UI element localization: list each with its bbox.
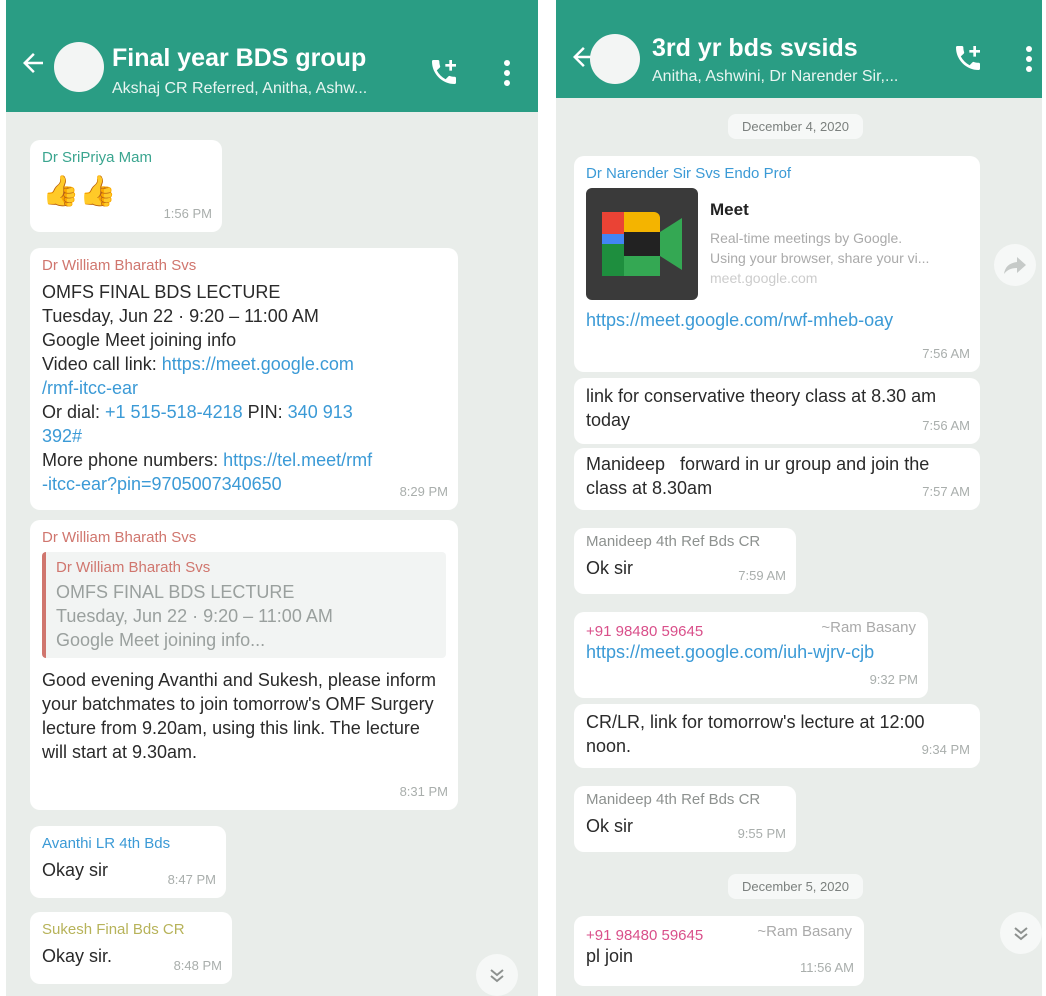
message-time: 8:29 PM — [399, 484, 448, 499]
message-bubble[interactable]: Dr William Bharath Svs Dr William Bharat… — [30, 520, 458, 810]
video-call-label: Video call link: — [42, 354, 162, 374]
group-avatar[interactable] — [590, 34, 640, 84]
video-call-link[interactable]: https://meet.google.com — [162, 354, 354, 374]
message-time: 7:57 AM — [922, 484, 970, 499]
message-bubble[interactable]: Dr SriPriya Mam 👍👍 1:56 PM — [30, 140, 222, 232]
message-bubble[interactable]: Sukesh Final Bds CR Okay sir. 8:48 PM — [30, 912, 232, 984]
message-time: 7:56 AM — [922, 346, 970, 361]
chat-panel-final-year: Final year BDS group Akshaj CR Referred,… — [6, 0, 538, 996]
message-bubble[interactable]: Avanthi LR 4th Bds Okay sir 8:47 PM — [30, 826, 226, 898]
quoted-sender: Dr William Bharath Svs — [56, 559, 211, 576]
quoted-line: Google Meet joining info... — [56, 630, 266, 650]
chat-header: Final year BDS group Akshaj CR Referred,… — [6, 0, 538, 112]
message-bubble[interactable]: Dr Narender Sir Svs Endo Prof Meet Real-… — [574, 156, 980, 372]
more-vert-icon[interactable] — [502, 58, 512, 88]
link-preview-desc: Real-time meetings by Google. — [710, 230, 903, 246]
dial-label: Or dial: — [42, 402, 106, 422]
chat-panel-3rd-yr: 3rd yr bds svsids Anitha, Ashwini, Dr Na… — [556, 0, 1042, 996]
scroll-down-button[interactable] — [1000, 912, 1042, 954]
message-text: Good evening Avanthi and Sukesh, please … — [42, 670, 436, 762]
message-time: 9:32 PM — [869, 672, 918, 687]
chat-subtitle[interactable]: Akshaj CR Referred, Anitha, Ashw... — [112, 80, 412, 98]
scroll-down-icon — [490, 969, 504, 983]
message-bubble[interactable]: link for conservative theory class at 8.… — [574, 378, 980, 444]
meet-link[interactable]: https://meet.google.com/rwf-mheb-oay — [586, 308, 968, 332]
message-bubble[interactable]: Dr William Bharath Svs OMFS FINAL BDS LE… — [30, 248, 458, 510]
pin-link[interactable]: 340 913 — [288, 402, 353, 422]
message-sender: +91 98480 59645 — [586, 927, 704, 944]
message-line: OMFS FINAL BDS LECTURE — [42, 282, 281, 302]
scroll-down-icon — [1014, 927, 1028, 941]
message-sender: Dr William Bharath Svs — [42, 257, 197, 274]
date-divider: December 5, 2020 — [728, 874, 863, 899]
dial-number-link[interactable]: +1 515-518-4218 — [105, 402, 243, 422]
message-time: 1:56 PM — [163, 206, 212, 221]
message-sender-row: +91 98480 59645 ~Ram Basany — [586, 922, 852, 944]
chat-header: 3rd yr bds svsids Anitha, Ashwini, Dr Na… — [556, 0, 1042, 98]
video-call-link-cont[interactable]: /rmf-itcc-ear — [42, 376, 446, 400]
chat-title[interactable]: Final year BDS group — [112, 44, 366, 73]
message-time: 7:56 AM — [922, 418, 970, 433]
message-line: Tuesday, Jun 22 · 9:20 – 11:00 AM — [42, 306, 319, 326]
chat-title[interactable]: 3rd yr bds svsids — [652, 34, 858, 63]
link-preview-title: Meet — [710, 200, 749, 219]
message-line: Google Meet joining info — [42, 330, 237, 350]
sender-alias: ~Ram Basany — [821, 619, 916, 636]
meet-link[interactable]: https://meet.google.com/iuh-wjrv-cjb — [586, 640, 916, 664]
message-sender-row: +91 98480 59645 ~Ram Basany — [586, 618, 916, 640]
message-text: CR/LR, link for tomorrow's lecture at 12… — [586, 712, 925, 756]
message-bubble[interactable]: CR/LR, link for tomorrow's lecture at 12… — [574, 704, 980, 768]
message-time: 9:34 PM — [921, 742, 970, 757]
message-time: 8:47 PM — [167, 872, 216, 887]
message-bubble[interactable]: +91 98480 59645 ~Ram Basany pl join 11:5… — [574, 916, 864, 986]
message-bubble[interactable]: +91 98480 59645 ~Ram Basany https://meet… — [574, 612, 928, 698]
pin-link-cont[interactable]: 392# — [42, 424, 446, 448]
add-call-icon[interactable] — [428, 56, 460, 88]
message-sender: +91 98480 59645 — [586, 623, 704, 640]
more-numbers-link-cont[interactable]: -itcc-ear?pin=9705007340650 — [42, 472, 446, 496]
more-numbers-label: More phone numbers: — [42, 450, 224, 470]
more-numbers-link[interactable]: https://tel.meet/rmf — [223, 450, 372, 470]
chat-subtitle[interactable]: Anitha, Ashwini, Dr Narender Sir,... — [652, 68, 942, 86]
link-preview-desc: Using your browser, share your vi... — [710, 250, 930, 266]
more-numbers-line: More phone numbers: https://tel.meet/rmf — [42, 448, 446, 472]
dial-line: Or dial: +1 515-518-4218 PIN: 340 913 — [42, 400, 446, 424]
message-text: Manideep forward in ur group and join th… — [586, 454, 935, 498]
forward-button[interactable] — [994, 244, 1036, 286]
message-sender: Avanthi LR 4th Bds — [42, 835, 171, 852]
group-avatar[interactable] — [54, 42, 104, 92]
date-divider: December 4, 2020 — [728, 114, 863, 139]
message-sender: Dr William Bharath Svs — [42, 529, 197, 546]
message-sender: Sukesh Final Bds CR — [42, 921, 185, 938]
message-bubble[interactable]: Manideep 4th Ref Bds CR Ok sir 7:59 AM — [574, 528, 796, 594]
add-call-icon[interactable] — [952, 42, 984, 74]
quoted-line: Tuesday, Jun 22 · 9:20 – 11:00 AM — [56, 606, 333, 626]
message-time: 7:59 AM — [738, 568, 786, 583]
quoted-message[interactable]: Dr William Bharath Svs OMFS FINAL BDS LE… — [42, 552, 446, 658]
status-bar — [6, 0, 538, 20]
sender-alias: ~Ram Basany — [757, 923, 852, 940]
message-bubble[interactable]: Manideep forward in ur group and join th… — [574, 448, 980, 510]
message-text: link for conservative theory class at 8.… — [586, 386, 937, 430]
message-time: 11:56 AM — [800, 960, 854, 975]
pin-label: PIN: — [242, 402, 288, 422]
message-sender: Manideep 4th Ref Bds CR — [586, 791, 761, 808]
message-bubble[interactable]: Manideep 4th Ref Bds CR Ok sir 9:55 PM — [574, 786, 796, 852]
forward-icon — [1004, 257, 1026, 274]
message-time: 9:55 PM — [737, 826, 786, 841]
message-time: 8:31 PM — [399, 784, 448, 799]
scroll-down-button[interactable] — [476, 954, 518, 996]
message-sender: Dr SriPriya Mam — [42, 149, 153, 166]
back-arrow-icon[interactable] — [18, 48, 48, 78]
link-preview[interactable]: Meet Real-time meetings by Google. Using… — [586, 188, 968, 300]
link-preview-text: Meet Real-time meetings by Google. Using… — [710, 188, 929, 300]
quoted-line: OMFS FINAL BDS LECTURE — [56, 582, 295, 602]
video-call-line: Video call link: https://meet.google.com — [42, 352, 446, 376]
message-sender: Manideep 4th Ref Bds CR — [586, 533, 761, 550]
message-sender: Dr Narender Sir Svs Endo Prof — [586, 165, 792, 182]
link-preview-domain: meet.google.com — [710, 270, 818, 286]
more-vert-icon[interactable] — [1024, 44, 1034, 74]
meet-logo-thumbnail — [586, 188, 698, 300]
message-time: 8:48 PM — [173, 958, 222, 973]
